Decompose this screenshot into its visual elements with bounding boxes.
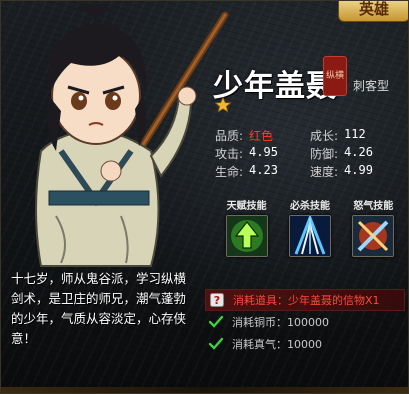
requirement-text: 消耗道具：少年盖聂的信物X1 [233,294,380,307]
stat-value: 112 [344,126,366,141]
stat-hp: 生命: 4.23 [215,163,310,180]
stat-row: 攻击: 4.95 防御: 4.26 [215,144,405,162]
hero-description: 十七岁，师从鬼谷派，学习纵横剑术，是卫庄的师兄，潮气蓬勃的少年，气质从容淡定，心… [11,271,187,346]
stat-speed: 速度: 4.99 [310,163,405,180]
requirement-text: 消耗真气：10000 [232,338,322,351]
bottom-border [1,387,408,393]
stat-value: 4.23 [249,162,278,177]
stat-attack: 攻击: 4.95 [215,145,310,162]
requirement-item[interactable]: ? 消耗道具：少年盖聂的信物X1 [205,289,405,311]
corner-badge: 英雄 [338,1,408,22]
stat-growth: 成长: 112 [310,127,405,144]
hero-class-tag: 刺客型 [353,79,390,93]
faction-seal: 纵横 [323,56,347,96]
skill-label: 怒气技能 [353,201,394,212]
requirement-item: 消耗铜币：100000 [205,311,405,333]
svg-text:?: ? [214,294,220,307]
stat-value: 4.99 [344,162,373,177]
stat-label: 速度: [310,164,339,179]
requirement-item: 消耗真气：10000 [205,333,405,355]
skill-rage[interactable]: 怒气技能 [342,197,405,257]
requirement-text: 消耗铜币：100000 [232,316,329,329]
stat-value: 红色 [249,128,274,143]
hero-name: 少年盖聂 [213,69,337,104]
skill-talent[interactable]: 天赋技能 [215,197,278,257]
stat-row: 生命: 4.23 速度: 4.99 [215,162,405,180]
green-arrow-icon[interactable] [225,215,268,257]
stat-label: 防御: [310,146,339,161]
skill-label: 必杀技能 [289,201,330,212]
stat-value: 4.95 [249,144,278,159]
red-cross-swords-icon[interactable] [352,215,395,257]
stat-value: 4.26 [344,144,373,159]
hero-portrait [35,3,229,267]
check-icon [208,336,224,352]
check-icon [208,314,224,330]
skill-label: 天赋技能 [226,201,267,212]
stat-label: 攻击: [215,146,244,161]
stat-label: 成长: [310,128,339,143]
star-icon [215,97,231,113]
stat-row: 品质: 红色 成长: 112 [215,126,405,144]
stat-quality: 品质: 红色 [215,127,310,144]
hero-info-panel: 英雄 少年盖聂 纵横 刺客型 品质: 红色 成长: 112 攻击: 4.95 防… [0,0,409,394]
blue-sword-slash-icon[interactable] [288,215,331,257]
stat-label: 品质: [215,128,244,143]
stats-table: 品质: 红色 成长: 112 攻击: 4.95 防御: 4.26 生命: 4.2… [215,126,405,180]
skill-ultimate[interactable]: 必杀技能 [278,197,341,257]
stat-defense: 防御: 4.26 [310,145,405,162]
question-icon: ? [209,292,225,308]
stat-label: 生命: [215,164,244,179]
upgrade-requirements: ? 消耗道具：少年盖聂的信物X1 消耗铜币：100000 消耗真气：10000 [205,289,405,355]
skills-row: 天赋技能 必杀技能 怒气技能 [215,197,405,257]
